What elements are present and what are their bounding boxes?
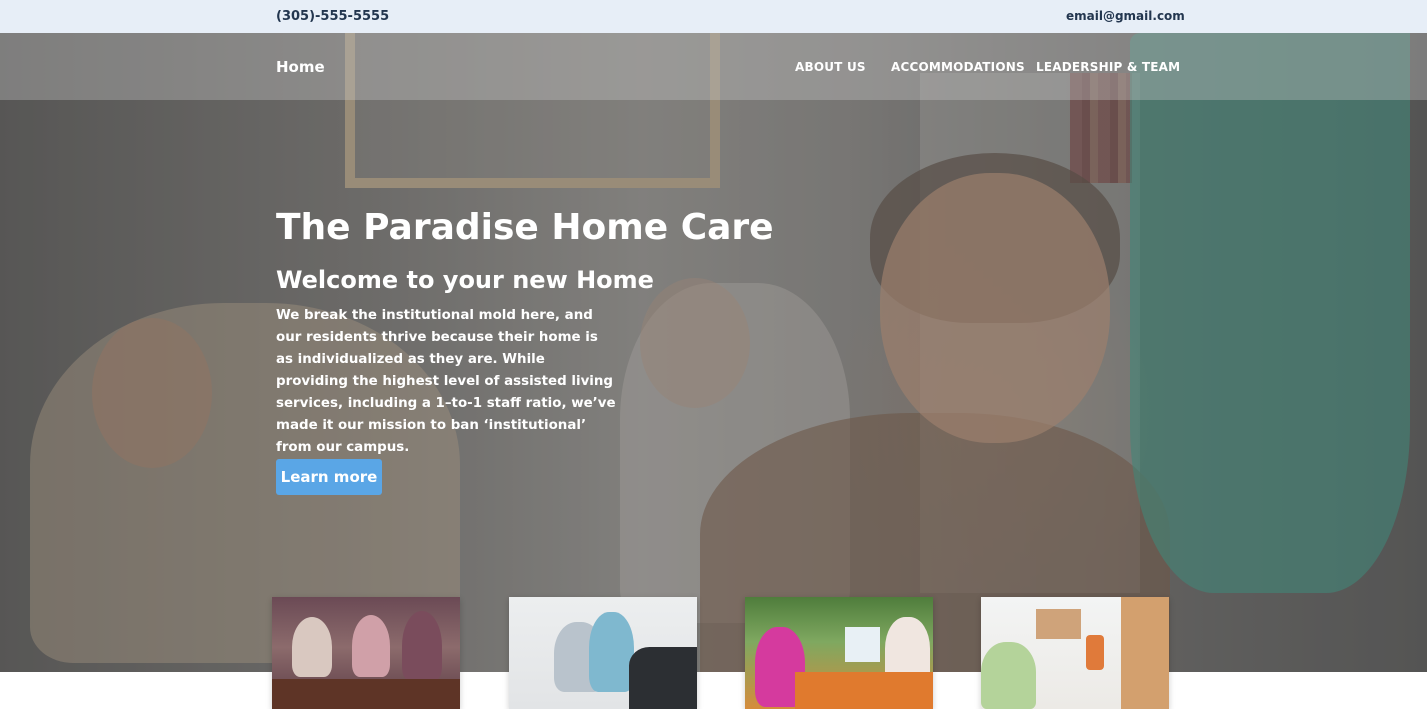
thumb-table — [795, 672, 933, 709]
hero-dark-overlay — [0, 33, 1427, 672]
thumb-figure — [981, 642, 1036, 709]
nav-leadership-team-link[interactable]: LEADERSHIP & TEAM — [1036, 60, 1180, 74]
thumb-table — [272, 679, 460, 709]
email-address[interactable]: email@gmail.com — [1066, 9, 1185, 23]
thumb-flower-pot — [1086, 635, 1104, 670]
nav-home-link[interactable]: Home — [276, 58, 325, 76]
hero-banner — [0, 33, 1427, 672]
thumb-canvas — [845, 627, 880, 662]
thumb-door — [1121, 597, 1169, 709]
learn-more-button[interactable]: Learn more — [276, 459, 382, 495]
phone-number[interactable]: (305)-555-5555 — [276, 9, 389, 24]
nav-about-us-link[interactable]: ABOUT US — [795, 60, 866, 74]
thumb-wheelchair — [629, 647, 697, 709]
thumbnail-resident-room[interactable] — [981, 597, 1169, 709]
main-navigation: Home ABOUT US ACCOMMODATIONS LEADERSHIP … — [0, 33, 1427, 100]
top-contact-bar: (305)-555-5555 email@gmail.com — [0, 0, 1427, 33]
thumbnail-caregiver-assisting[interactable] — [509, 597, 697, 709]
hero-subtitle: Welcome to your new Home — [276, 266, 654, 294]
thumb-figure — [589, 612, 634, 692]
thumb-figure — [402, 611, 442, 681]
thumb-figure — [352, 615, 390, 677]
nav-accommodations-link[interactable]: ACCOMMODATIONS — [891, 60, 1025, 74]
thumbnail-residents-socializing[interactable] — [272, 597, 460, 709]
hero-description: We break the institutional mold here, an… — [276, 308, 616, 455]
thumb-figure — [292, 617, 332, 677]
thumb-corkboard — [1036, 609, 1081, 639]
hero-title: The Paradise Home Care — [276, 207, 774, 248]
thumbnail-painting-activity[interactable] — [745, 597, 933, 709]
